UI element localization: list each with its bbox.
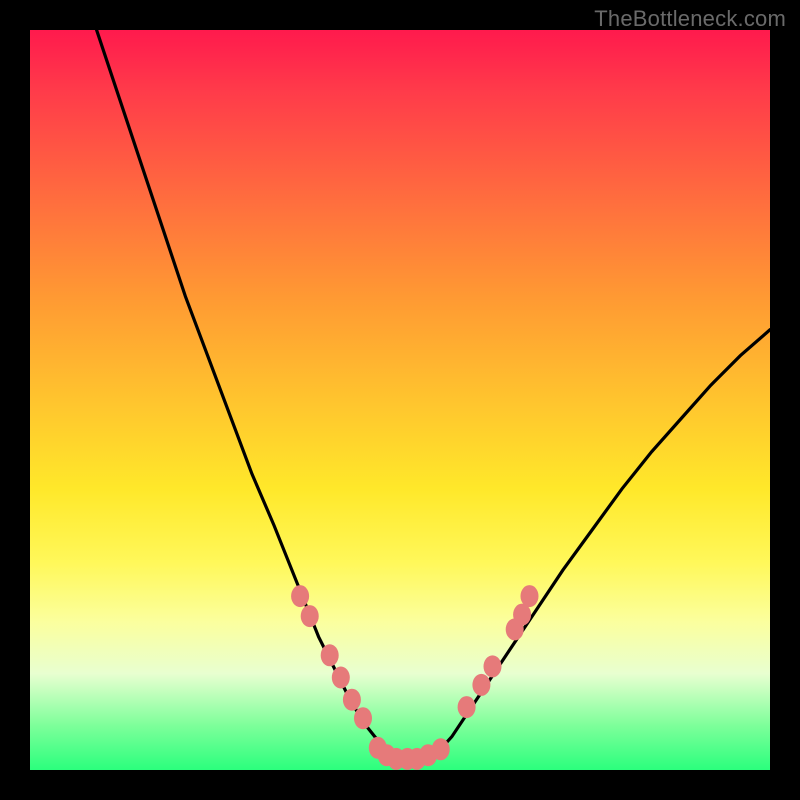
chart-frame: TheBottleneck.com bbox=[0, 0, 800, 800]
data-marker bbox=[472, 674, 490, 696]
data-marker bbox=[354, 707, 372, 729]
data-marker bbox=[484, 655, 502, 677]
plot-area bbox=[30, 30, 770, 770]
watermark-text: TheBottleneck.com bbox=[594, 6, 786, 32]
chart-svg bbox=[30, 30, 770, 770]
data-marker bbox=[432, 738, 450, 760]
data-marker bbox=[458, 696, 476, 718]
marker-group bbox=[291, 585, 538, 770]
data-marker bbox=[521, 585, 539, 607]
data-marker bbox=[291, 585, 309, 607]
bottleneck-curve bbox=[97, 30, 770, 759]
data-marker bbox=[321, 644, 339, 666]
data-marker bbox=[301, 605, 319, 627]
data-marker bbox=[343, 689, 361, 711]
data-marker bbox=[332, 667, 350, 689]
